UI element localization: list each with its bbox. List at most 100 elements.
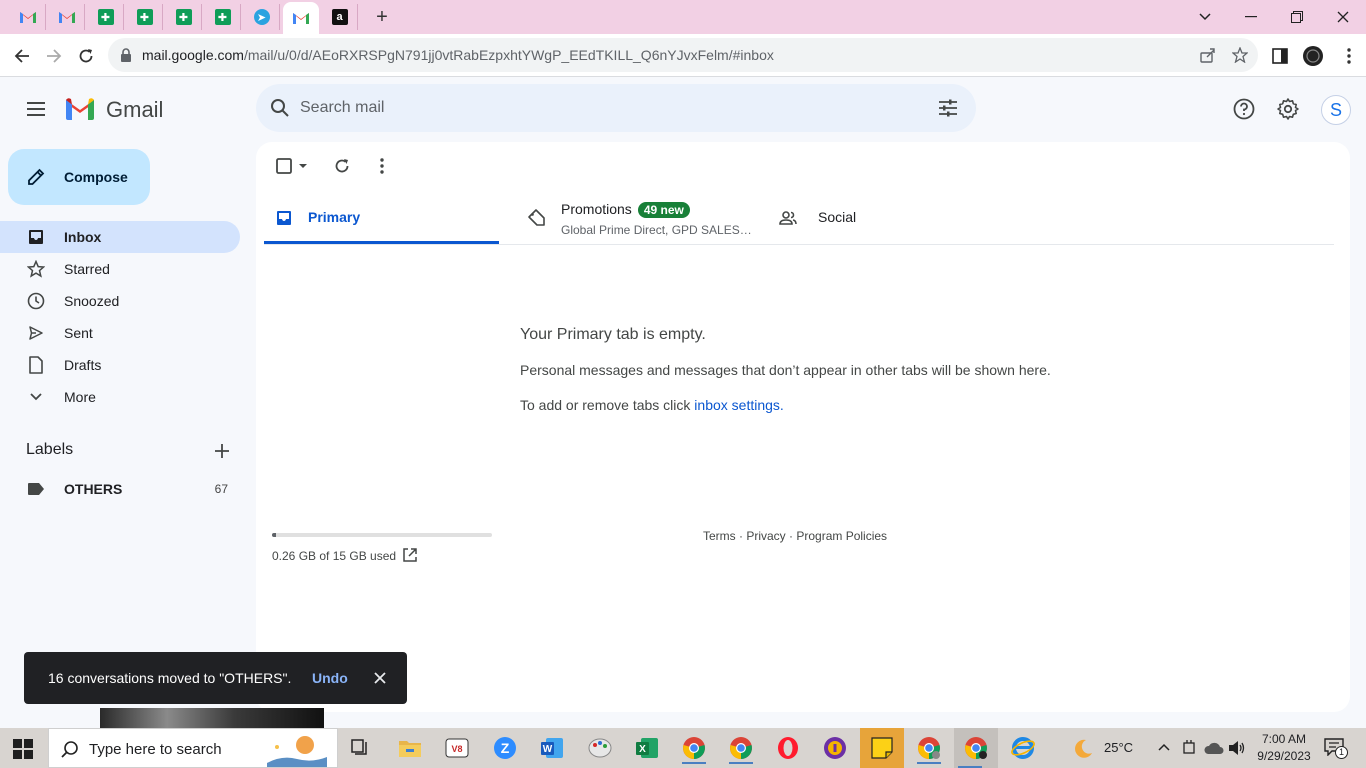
help-icon[interactable] xyxy=(1232,97,1256,121)
browser-tab-gmail[interactable] xyxy=(10,4,46,30)
clock-icon xyxy=(26,291,46,311)
chrome-profile-icon[interactable] xyxy=(725,732,757,764)
gmail-logo-icon[interactable] xyxy=(64,96,96,122)
close-window-icon[interactable] xyxy=(1328,6,1358,28)
sticky-notes-icon[interactable] xyxy=(860,728,904,768)
media-app-icon[interactable]: V8 xyxy=(441,732,473,764)
back-icon[interactable] xyxy=(9,43,35,69)
sidebar-item-starred[interactable]: Starred xyxy=(0,253,240,285)
windows-start-icon[interactable] xyxy=(12,738,34,760)
browser-tab-amazon[interactable]: a xyxy=(322,4,358,30)
browser-menu-icon[interactable] xyxy=(1336,43,1362,69)
tab-primary-label: Primary xyxy=(308,209,361,225)
label-item-others[interactable]: OTHERS 67 xyxy=(0,473,240,505)
internet-explorer-icon[interactable] xyxy=(1007,732,1039,764)
search-input[interactable] xyxy=(300,96,900,120)
more-options-icon[interactable] xyxy=(372,156,392,176)
compose-button[interactable]: Compose xyxy=(8,149,150,205)
taskbar-clock[interactable]: 7:00 AM 9/29/2023 xyxy=(1252,731,1316,765)
star-icon xyxy=(26,259,46,279)
address-bar[interactable]: mail.google.com/mail/u/0/d/AEoRXRSPgN791… xyxy=(108,38,1258,72)
tab-promotions-label: Promotions xyxy=(561,201,632,217)
browser-tab-sheets-1[interactable]: ✚ xyxy=(88,4,124,30)
chrome-profile-r-icon[interactable] xyxy=(678,732,710,764)
sidebar-item-snoozed[interactable]: Snoozed xyxy=(0,285,240,317)
url-text: mail.google.com/mail/u/0/d/AEoRXRSPgN791… xyxy=(142,47,774,63)
account-avatar[interactable]: S xyxy=(1321,95,1351,125)
sidebar-item-inbox[interactable]: Inbox xyxy=(0,221,240,253)
chrome-profile-2-icon[interactable] xyxy=(913,732,945,764)
file-explorer-icon[interactable] xyxy=(394,732,426,764)
tab-social-label: Social xyxy=(818,209,857,225)
sheets-favicon-icon: ✚ xyxy=(97,9,114,25)
taskbar-search-box[interactable]: Type here to search xyxy=(48,728,338,768)
tab-search-icon[interactable] xyxy=(1190,6,1220,28)
amazon-favicon-icon: a xyxy=(331,9,348,25)
browser-tab-gmail-active[interactable] xyxy=(283,2,319,34)
gmail-favicon-icon xyxy=(19,12,36,23)
notification-center-icon[interactable]: 1 xyxy=(1324,738,1348,759)
browser-tab-sheets-4[interactable]: ✚ xyxy=(205,4,241,30)
url-path: /mail/u/0/d/AEoRXRSPgN791jj0vtRabEzpxhtY… xyxy=(243,47,774,63)
chevron-down-icon xyxy=(26,387,46,407)
inbox-settings-link[interactable]: inbox settings. xyxy=(694,397,784,413)
side-panel-icon[interactable] xyxy=(1267,43,1293,69)
tab-promotions[interactable]: Promotions 49 new Global Prime Direct, GP… xyxy=(516,194,752,244)
opera-app-icon[interactable] xyxy=(772,732,804,764)
tab-promotions-label-row: Promotions 49 new xyxy=(561,201,690,218)
bookmark-star-icon[interactable] xyxy=(1230,45,1250,65)
search-options-icon[interactable] xyxy=(938,98,958,118)
browser-tab-telegram[interactable]: ➤ xyxy=(244,4,280,30)
restore-icon[interactable] xyxy=(1282,6,1312,28)
sidebar-item-sent[interactable]: Sent xyxy=(0,317,240,349)
gmail-brand-text: Gmail xyxy=(106,97,164,122)
select-all-checkbox[interactable] xyxy=(272,156,312,176)
add-label-icon[interactable] xyxy=(212,441,232,461)
browser-tab-sheets-3[interactable]: ✚ xyxy=(166,4,202,30)
privacy-link[interactable]: Privacy xyxy=(746,529,785,543)
search-highlight-illustration-icon xyxy=(267,736,327,767)
word-app-icon[interactable]: W xyxy=(536,732,568,764)
share-icon[interactable] xyxy=(1198,45,1218,65)
browser-tab-strip: ✚ ✚ ✚ ✚ ➤ a + xyxy=(0,0,1366,34)
weather-moon-icon[interactable] xyxy=(1072,738,1094,760)
sidebar-item-drafts[interactable]: Drafts xyxy=(0,349,240,381)
hint-prefix: To add or remove tabs click xyxy=(520,397,695,413)
minimize-icon[interactable] xyxy=(1236,6,1266,28)
tab-primary[interactable]: Primary xyxy=(264,194,499,244)
draft-icon xyxy=(26,355,46,375)
browser-tab-sheets-2[interactable]: ✚ xyxy=(127,4,163,30)
search-icon[interactable] xyxy=(270,98,290,118)
forward-icon[interactable] xyxy=(41,43,67,69)
gmail-favicon-icon xyxy=(293,13,309,24)
settings-gear-icon[interactable] xyxy=(1276,97,1300,121)
svg-text:V8: V8 xyxy=(451,744,462,754)
program-policies-link[interactable]: Program Policies xyxy=(796,529,887,543)
vpn-app-icon[interactable] xyxy=(819,732,851,764)
zoom-app-icon[interactable]: Z xyxy=(489,732,521,764)
weather-temperature[interactable]: 25°C xyxy=(1104,740,1133,755)
reload-icon[interactable] xyxy=(73,43,99,69)
volume-icon[interactable] xyxy=(1228,740,1246,756)
chevron-up-icon[interactable] xyxy=(1157,742,1171,752)
open-external-icon[interactable] xyxy=(402,547,418,563)
snackbar-message: 16 conversations moved to "OTHERS". xyxy=(48,670,292,686)
empty-state-title: Your Primary tab is empty. xyxy=(520,326,706,343)
main-menu-icon[interactable] xyxy=(22,95,50,123)
undo-button[interactable]: Undo xyxy=(312,670,348,686)
onedrive-cloud-icon[interactable] xyxy=(1204,740,1224,756)
excel-app-icon[interactable]: X xyxy=(631,732,663,764)
task-view-icon[interactable] xyxy=(345,732,377,764)
sidebar-item-label: Inbox xyxy=(64,229,102,245)
refresh-icon[interactable] xyxy=(332,156,352,176)
device-tray-icon[interactable] xyxy=(1182,740,1196,756)
paint-app-icon[interactable] xyxy=(584,732,616,764)
close-icon[interactable] xyxy=(370,668,390,688)
chrome-active-window-icon[interactable] xyxy=(954,728,998,768)
sidebar-item-more[interactable]: More xyxy=(0,381,240,413)
terms-link[interactable]: Terms xyxy=(703,529,736,543)
browser-tab-gmail-2[interactable] xyxy=(49,4,85,30)
new-tab-button[interactable]: + xyxy=(370,6,394,28)
tab-social[interactable]: Social xyxy=(768,194,1003,244)
profile-icon[interactable] xyxy=(1300,43,1326,69)
